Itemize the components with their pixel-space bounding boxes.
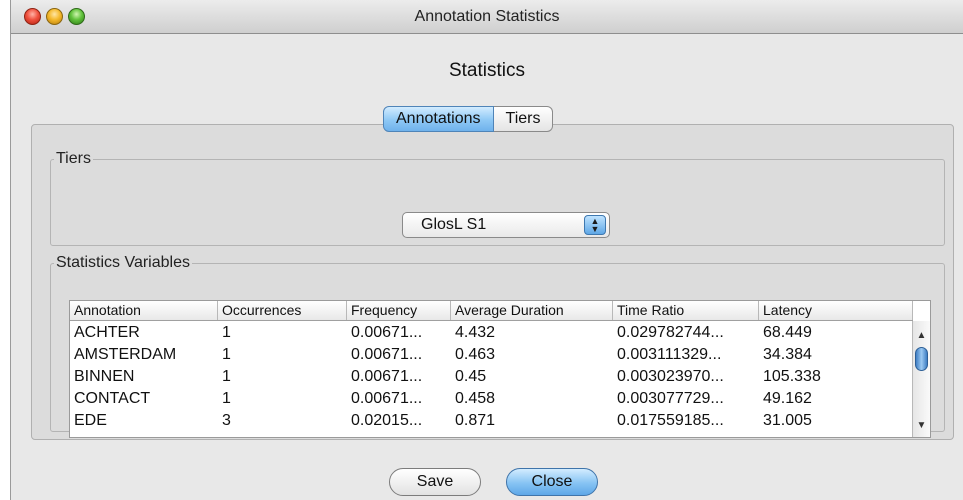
save-button[interactable]: Save [389,468,481,496]
column-header-average-duration[interactable]: Average Duration [451,301,613,320]
cell-occurrences: 1 [222,390,231,407]
column-header-latency[interactable]: Latency [759,301,913,320]
tier-select-value: GlosL S1 [421,216,487,233]
table-row[interactable]: ACHTER 1 0.00671... 4.432 0.029782744...… [70,322,913,344]
cell-latency: 49.162 [763,390,812,407]
table-row[interactable]: AMSTERDAM 1 0.00671... 0.463 0.003111329… [70,344,913,366]
cell-average-duration: 0.871 [455,412,496,429]
cell-average-duration: 0.458 [455,390,496,407]
cell-frequency: 0.00671... [351,390,423,407]
cell-latency: 105.338 [763,368,821,385]
table-row[interactable]: CONTACT 1 0.00671... 0.458 0.003077729..… [70,388,913,410]
table-row[interactable]: BINNEN 1 0.00671... 0.45 0.003023970... … [70,366,913,388]
tab-bar: Annotations Tiers [383,106,554,132]
cell-occurrences: 1 [222,324,231,341]
cell-annotation: ACHTER [74,324,140,341]
statistics-variables-group: Statistics Variables Annotation Occurren… [50,254,945,438]
column-header-annotation[interactable]: Annotation [70,301,218,320]
cell-annotation: AMSTERDAM [74,346,177,363]
table-row[interactable]: EDE 3 0.02015... 0.871 0.017559185... 31… [70,410,913,432]
cell-occurrences: 1 [222,346,231,363]
window-title: Annotation Statistics [414,8,560,25]
cell-average-duration: 0.45 [455,368,487,385]
cell-time-ratio: 0.003077729... [617,390,724,407]
dialog-heading: Statistics [448,60,526,81]
cell-time-ratio: 0.003111329... [617,346,722,363]
tiers-group-legend: Tiers [56,150,91,167]
cell-latency: 31.005 [763,412,812,429]
column-header-time-ratio[interactable]: Time Ratio [613,301,759,320]
cell-frequency: 0.00671... [351,368,423,385]
cell-annotation: BINNEN [74,368,135,385]
scroll-up-arrow-icon[interactable]: ▲ [913,329,930,343]
scroll-down-arrow-icon[interactable]: ▼ [913,419,930,433]
cell-frequency: 0.02015... [351,412,423,429]
cell-average-duration: 4.432 [455,324,496,341]
vertical-scrollbar[interactable]: ▲ ▼ [912,321,930,437]
statistics-variables-legend: Statistics Variables [56,254,190,271]
table-header: Annotation Occurrences Frequency Average… [70,301,913,321]
scrollbar-thumb[interactable] [915,347,928,371]
cell-annotation: CONTACT [74,390,151,407]
column-header-frequency[interactable]: Frequency [347,301,451,320]
up-down-arrows-icon: ▲ ▼ [584,215,606,235]
statistics-dialog: Annotation Statistics Statistics Annotat… [10,0,963,500]
table-body: ACHTER 1 0.00671... 4.432 0.029782744...… [70,322,913,432]
cell-occurrences: 3 [222,412,231,429]
column-header-occurrences[interactable]: Occurrences [218,301,347,320]
cell-occurrences: 1 [222,368,231,385]
tier-select[interactable]: GlosL S1 ▲ ▼ [402,212,610,238]
cell-time-ratio: 0.003023970... [617,368,724,385]
cell-time-ratio: 0.029782744... [617,324,724,341]
statistics-table[interactable]: Annotation Occurrences Frequency Average… [69,300,931,438]
tab-tiers[interactable]: Tiers [493,106,554,132]
cell-average-duration: 0.463 [455,346,496,363]
cell-time-ratio: 0.017559185... [617,412,724,429]
cell-frequency: 0.00671... [351,346,423,363]
title-bar[interactable]: Annotation Statistics [11,0,963,34]
tiers-group: Tiers GlosL S1 ▲ ▼ [50,150,945,246]
cell-latency: 34.384 [763,346,812,363]
close-button[interactable]: Close [506,468,598,496]
cell-annotation: EDE [74,412,107,429]
tab-annotations[interactable]: Annotations [383,106,494,132]
cell-frequency: 0.00671... [351,324,423,341]
cell-latency: 68.449 [763,324,812,341]
